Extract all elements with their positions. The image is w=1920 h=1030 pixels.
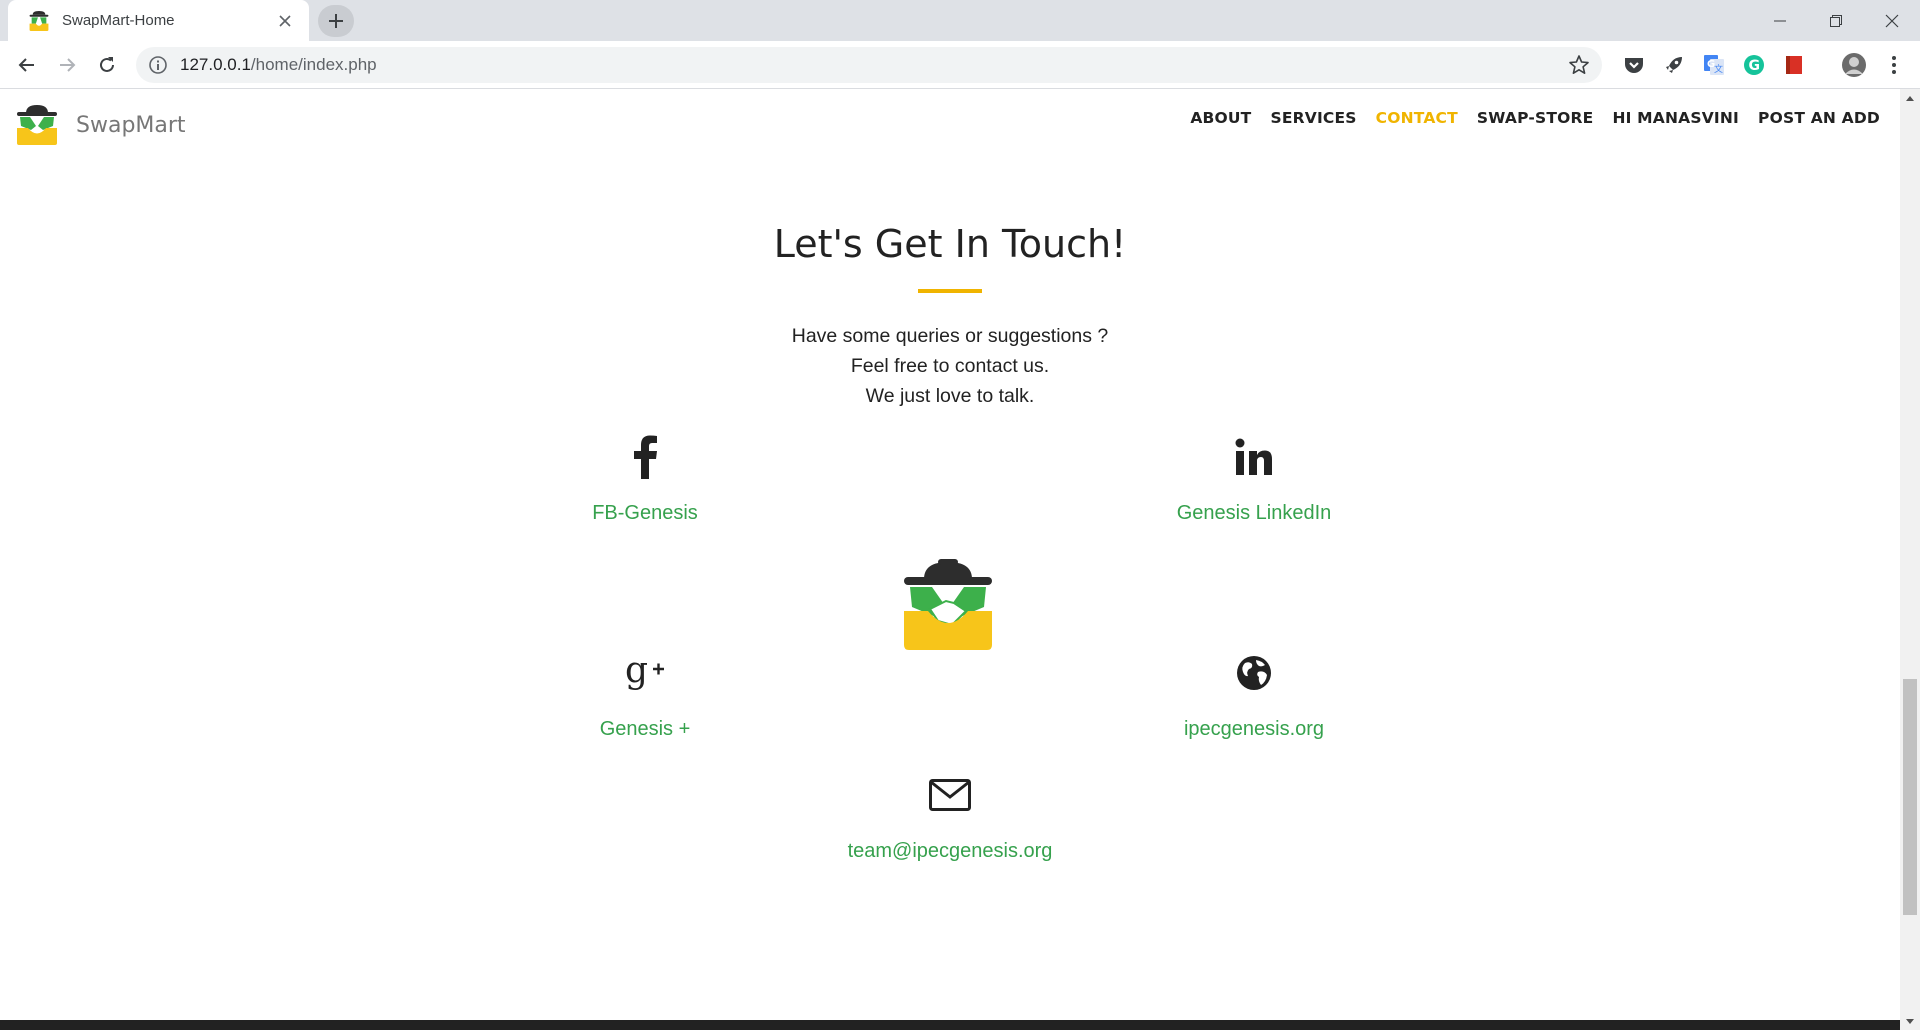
arrow-right-icon bbox=[60, 58, 76, 72]
facebook-link[interactable]: FB-Genesis bbox=[495, 429, 795, 525]
forward-button[interactable] bbox=[51, 49, 83, 81]
lead-line: We just love to talk. bbox=[865, 385, 1035, 407]
svg-text:文: 文 bbox=[1714, 63, 1723, 75]
linkedin-icon bbox=[1235, 438, 1272, 475]
scrollbar-thumb[interactable] bbox=[1903, 679, 1917, 915]
linkedin-link[interactable]: Genesis LinkedIn bbox=[1104, 429, 1404, 525]
browser-tabstrip: SwapMart-Home bbox=[0, 0, 1920, 41]
lead-line: Feel free to contact us. bbox=[850, 355, 1050, 377]
brand-name[interactable]: SwapMart bbox=[76, 113, 186, 138]
contact-lead: Have some queries or suggestions ? Feel … bbox=[0, 321, 1900, 411]
page-scrollbar[interactable] bbox=[1900, 89, 1920, 1030]
plus-icon bbox=[329, 14, 343, 28]
reload-button[interactable] bbox=[91, 49, 123, 81]
minimize-button[interactable] bbox=[1752, 0, 1808, 41]
main-menu: ABOUT SERVICES CONTACT SWAP-STORE HI MAN… bbox=[1171, 109, 1880, 127]
bookmark-star-icon[interactable] bbox=[1568, 54, 1590, 76]
menu-item-about[interactable]: ABOUT bbox=[1190, 109, 1251, 127]
new-tab-button[interactable] bbox=[318, 5, 354, 37]
brand[interactable]: SwapMart bbox=[16, 103, 186, 147]
tab-title: SwapMart-Home bbox=[62, 12, 175, 29]
rocket-extension-icon[interactable] bbox=[1662, 53, 1686, 77]
info-icon[interactable] bbox=[148, 55, 168, 75]
footer-bar bbox=[0, 1020, 1900, 1030]
close-icon bbox=[1885, 14, 1899, 27]
restore-icon bbox=[1830, 14, 1842, 27]
restore-button[interactable] bbox=[1808, 0, 1864, 41]
menu-item-swap-store[interactable]: SWAP-STORE bbox=[1477, 109, 1594, 127]
contact-heading: Let's Get In Touch! bbox=[773, 222, 1127, 266]
address-bar[interactable]: 127.0.0.1/home/index.php bbox=[136, 47, 1602, 83]
site-navbar: SwapMart ABOUT SERVICES CONTACT SWAP-STO… bbox=[0, 89, 1900, 153]
scroll-up-arrow-icon[interactable] bbox=[1900, 89, 1920, 106]
contact-section: Let's Get In Touch! Have some queries or… bbox=[0, 89, 1900, 1030]
svg-text:g: g bbox=[625, 652, 648, 691]
globe-icon bbox=[1237, 656, 1271, 690]
menu-item-services[interactable]: SERVICES bbox=[1270, 109, 1356, 127]
menu-item-post-ad[interactable]: POST AN ADD bbox=[1758, 109, 1880, 127]
swapmart-brand-logo-icon bbox=[17, 105, 57, 145]
web-page: Let's Get In Touch! Have some queries or… bbox=[0, 89, 1900, 1030]
back-button[interactable] bbox=[11, 49, 43, 81]
bookmark-extension-icon[interactable] bbox=[1782, 53, 1806, 77]
url-text: 127.0.0.1/home/index.php bbox=[180, 55, 377, 74]
facebook-label[interactable]: FB-Genesis bbox=[495, 502, 795, 525]
facebook-icon bbox=[634, 435, 657, 479]
translate-extension-icon[interactable]: G文 bbox=[1702, 53, 1726, 77]
website-label[interactable]: ipecgenesis.org bbox=[1104, 718, 1404, 741]
tab-close-icon[interactable] bbox=[273, 9, 297, 33]
scroll-down-arrow-icon[interactable] bbox=[1900, 1013, 1920, 1030]
pocket-extension-icon[interactable] bbox=[1622, 53, 1646, 77]
browser-tab[interactable]: SwapMart-Home bbox=[8, 0, 309, 41]
arrow-left-icon bbox=[18, 58, 34, 72]
grammarly-extension-icon[interactable]: G bbox=[1742, 53, 1766, 77]
reload-icon bbox=[100, 57, 114, 72]
minimize-icon bbox=[1774, 20, 1786, 21]
heading-divider bbox=[918, 289, 982, 293]
menu-item-user[interactable]: HI MANASVINI bbox=[1612, 109, 1739, 127]
email-label[interactable]: team@ipecgenesis.org bbox=[800, 840, 1100, 863]
envelope-icon bbox=[929, 779, 971, 811]
browser-toolbar: 127.0.0.1/home/index.php G文 G bbox=[0, 41, 1920, 89]
googleplus-label[interactable]: Genesis + bbox=[495, 718, 795, 741]
svg-text:G: G bbox=[1749, 58, 1761, 74]
menu-item-contact[interactable]: CONTACT bbox=[1376, 109, 1458, 127]
profile-avatar[interactable] bbox=[1840, 51, 1868, 79]
swapmart-favicon-icon bbox=[29, 10, 49, 31]
website-link[interactable]: ipecgenesis.org bbox=[1104, 645, 1404, 741]
close-window-button[interactable] bbox=[1864, 0, 1920, 41]
browser-menu-icon[interactable] bbox=[1882, 53, 1906, 77]
swapmart-logo-icon bbox=[904, 559, 992, 650]
google-plus-icon: g bbox=[625, 652, 664, 691]
email-link[interactable]: team@ipecgenesis.org bbox=[800, 767, 1100, 863]
linkedin-label[interactable]: Genesis LinkedIn bbox=[1104, 502, 1404, 525]
lead-line: Have some queries or suggestions ? bbox=[791, 325, 1109, 347]
googleplus-link[interactable]: g Genesis + bbox=[495, 645, 795, 741]
